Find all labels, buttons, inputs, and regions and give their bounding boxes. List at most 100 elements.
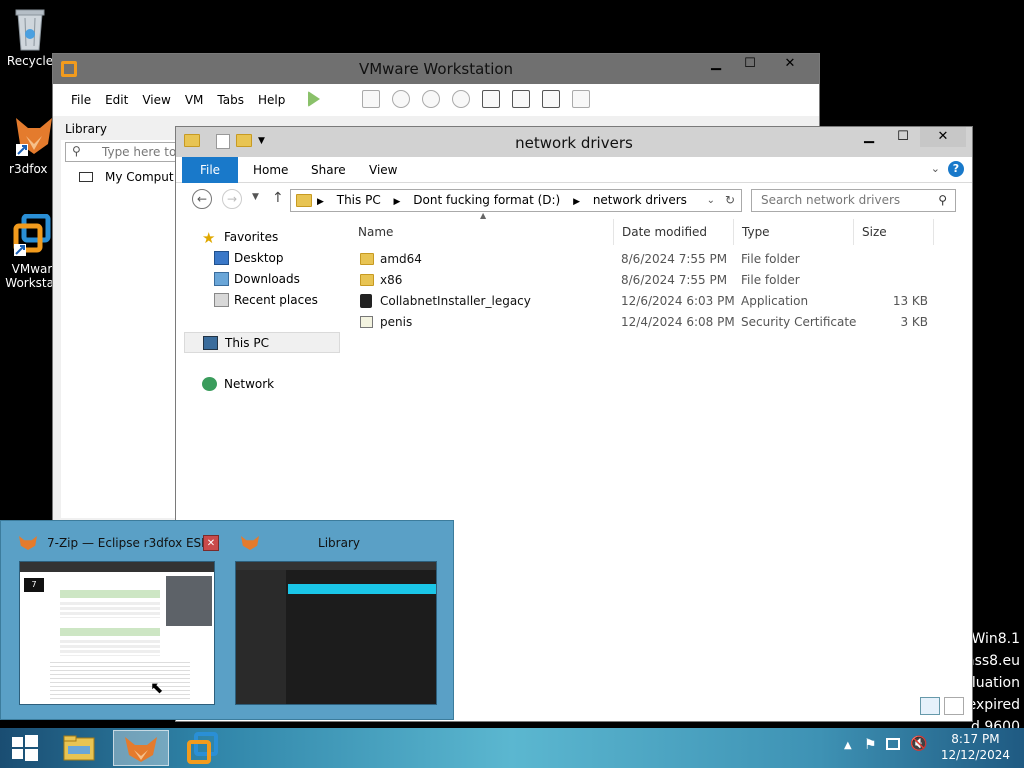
tree-item-label: My Comput [105, 170, 174, 184]
address-dropdown-icon[interactable]: ⌄ [707, 190, 715, 211]
nav-recent-places[interactable]: Recent places [176, 290, 340, 311]
menu-help[interactable]: Help [258, 93, 285, 107]
thumbnail-preview [235, 561, 437, 705]
column-size[interactable]: Size [854, 219, 934, 245]
menu-view[interactable]: View [142, 93, 170, 107]
file-type: Application [741, 294, 809, 308]
breadcrumb-separator-icon: ▶ [393, 197, 401, 207]
r3dfox-icon [19, 536, 37, 550]
network-status-icon[interactable] [886, 738, 900, 750]
vmware-icon [187, 732, 218, 764]
thumbnail-title: 7-Zip — Eclipse r3dfox ESR [47, 536, 210, 550]
close-button[interactable]: ✕ [920, 127, 966, 147]
nav-desktop[interactable]: Desktop [176, 248, 340, 269]
file-date: 8/6/2024 7:55 PM [621, 252, 728, 266]
fullscreen-icon[interactable] [542, 90, 560, 108]
network-icon [202, 377, 217, 391]
nav-label: Downloads [234, 272, 300, 286]
desktop-icon-recycle-bin[interactable]: Recycle [0, 6, 60, 68]
taskbar-file-explorer[interactable] [52, 730, 108, 766]
tab-view[interactable]: View [369, 157, 397, 183]
send-keys-icon[interactable] [362, 90, 380, 108]
nav-downloads[interactable]: Downloads [176, 269, 340, 290]
column-date-modified[interactable]: Date modified [614, 219, 734, 245]
help-icon[interactable]: ? [948, 161, 964, 177]
breadcrumb-this-pc[interactable]: This PC [337, 193, 381, 207]
menu-edit[interactable]: Edit [105, 93, 128, 107]
file-row-penis[interactable]: penis 12/4/2024 6:08 PM Security Certifi… [348, 312, 936, 333]
show-hidden-icons-icon[interactable]: ▲ [844, 740, 852, 751]
nav-favorites[interactable]: ★ Favorites [176, 227, 340, 248]
folder-icon [360, 253, 374, 265]
menu-tabs[interactable]: Tabs [217, 93, 244, 107]
tab-share[interactable]: Share [311, 157, 346, 183]
thumbnail-view-icon[interactable] [512, 90, 530, 108]
file-date: 12/6/2024 6:03 PM [621, 294, 735, 308]
search-icon: ⚲ [938, 193, 947, 207]
taskbar-vmware[interactable] [176, 730, 232, 766]
windows-logo-icon [12, 735, 38, 761]
ribbon-tabs: File Home Share View ⌄ ? [176, 157, 972, 183]
start-button[interactable] [0, 730, 48, 766]
power-on-icon[interactable] [308, 91, 320, 107]
nav-this-pc[interactable]: This PC [184, 332, 340, 353]
maximize-button[interactable]: ☐ [733, 54, 767, 74]
recent-locations-icon[interactable]: ▼ [252, 192, 259, 202]
file-type: File folder [741, 273, 800, 287]
breadcrumb-separator-icon: ▶ [573, 197, 580, 207]
menu-file[interactable]: File [71, 93, 91, 107]
breadcrumb-separator-icon: ▶ [317, 197, 324, 207]
library-search-input[interactable]: ⚲ Type here to s [65, 142, 177, 162]
action-center-flag-icon[interactable]: ⚑ [864, 737, 877, 753]
address-bar[interactable]: ▶ This PC ▶ Dont fucking format (D:) ▶ n… [290, 189, 742, 212]
forward-button[interactable]: → [222, 189, 242, 209]
file-row-collabnetinstaller[interactable]: CollabnetInstaller_legacy 12/6/2024 6:03… [348, 291, 936, 312]
file-type: Security Certificate [741, 315, 857, 329]
ribbon-expand-icon[interactable]: ⌄ [931, 162, 940, 175]
snapshot-icon[interactable] [392, 90, 410, 108]
breadcrumb-drive[interactable]: Dont fucking format (D:) [413, 193, 560, 207]
desktop-icon [214, 251, 229, 265]
desktop-icon-label: Recycle [6, 54, 54, 68]
close-button[interactable]: ✕ [767, 54, 813, 74]
recent-places-icon [214, 293, 229, 307]
nav-network[interactable]: Network [176, 374, 340, 395]
file-row-x86[interactable]: x86 8/6/2024 7:55 PM File folder [348, 270, 936, 291]
vmware-titlebar[interactable]: VMware Workstation ▁ ☐ ✕ [53, 54, 819, 84]
column-name[interactable]: Name [344, 219, 614, 245]
up-button[interactable]: ↑ [272, 190, 284, 206]
menu-vm[interactable]: VM [185, 93, 204, 107]
clock-date: 12/12/2024 [940, 748, 1010, 762]
close-icon[interactable]: ✕ [203, 535, 219, 551]
minimize-button[interactable]: ▁ [699, 54, 733, 74]
clock[interactable]: 8:17 PM 12/12/2024 [941, 731, 1010, 763]
library-view-icon[interactable] [482, 90, 500, 108]
console-view-icon[interactable] [572, 90, 590, 108]
large-icons-view-icon[interactable] [944, 697, 964, 715]
search-input[interactable]: Search network drivers ⚲ [751, 189, 956, 212]
thumbnail-library[interactable]: Library [233, 531, 445, 713]
taskbar-r3dfox[interactable] [113, 730, 169, 766]
column-type[interactable]: Type [734, 219, 854, 245]
breadcrumb-current[interactable]: network drivers [593, 193, 687, 207]
revert-snapshot-icon[interactable] [422, 90, 440, 108]
maximize-button[interactable]: ☐ [886, 127, 920, 147]
tab-file[interactable]: File [182, 157, 238, 183]
volume-muted-icon[interactable]: 🔇 [910, 736, 927, 752]
explorer-titlebar[interactable]: ▼ network drivers ▁ ☐ ✕ [176, 127, 972, 157]
minimize-button[interactable]: ▁ [852, 127, 886, 147]
thumbnail-7zip[interactable]: 7-Zip — Eclipse r3dfox ESR ✕ 7 ⬉ [11, 531, 223, 713]
file-date: 8/6/2024 7:55 PM [621, 273, 728, 287]
application-icon [360, 294, 372, 308]
library-tree-item[interactable]: My Comput [61, 170, 181, 184]
back-button[interactable]: ← [192, 189, 212, 209]
system-tray: ▲ ⚑ 🔇 8:17 PM 12/12/2024 [834, 728, 1024, 768]
file-row-amd64[interactable]: amd64 8/6/2024 7:55 PM File folder [348, 249, 936, 270]
watermark-line: expired [967, 697, 1020, 713]
file-type: File folder [741, 252, 800, 266]
snapshot-manager-icon[interactable] [452, 90, 470, 108]
file-name: x86 [380, 273, 403, 287]
details-view-icon[interactable] [920, 697, 940, 715]
tab-home[interactable]: Home [253, 157, 288, 183]
refresh-icon[interactable]: ↻ [725, 190, 735, 211]
